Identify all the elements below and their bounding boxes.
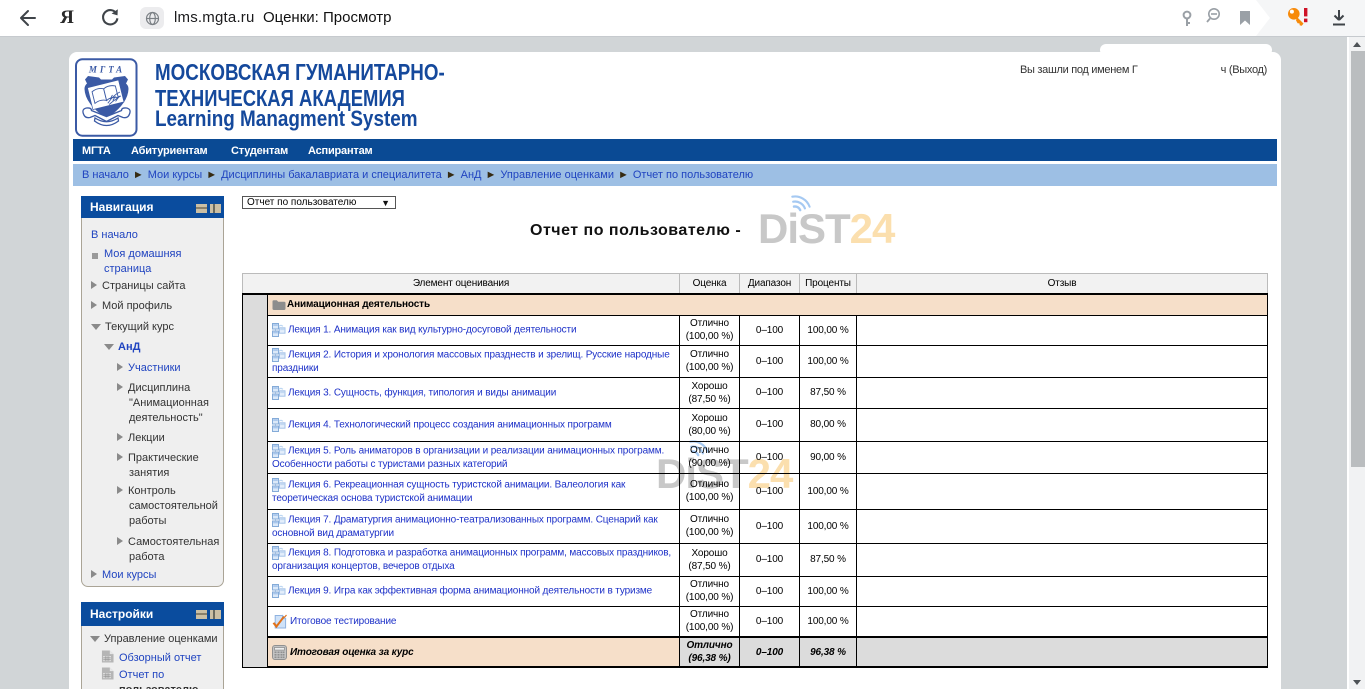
svg-text:МГТА: МГТА — [88, 65, 125, 75]
